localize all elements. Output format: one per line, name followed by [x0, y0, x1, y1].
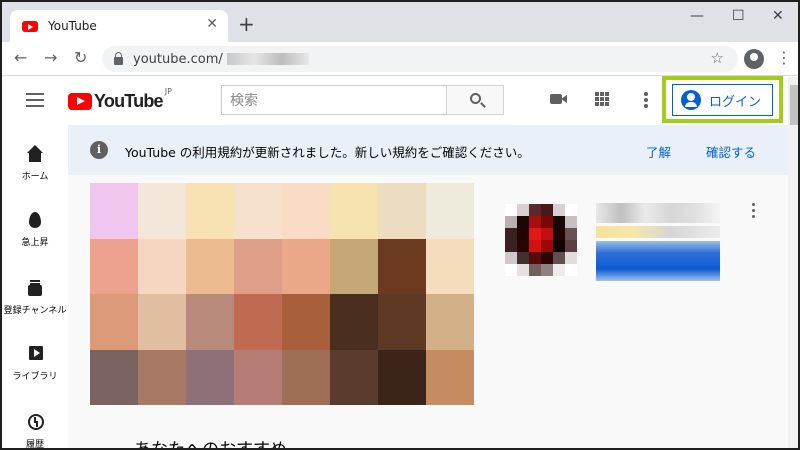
library-icon: [26, 345, 44, 363]
browser-window: YouTube ✕ + — ☐ ✕ ← → ↻ youtube.com/ ☆ ⋮…: [0, 0, 800, 450]
back-button[interactable]: ←: [14, 48, 27, 67]
maximize-button[interactable]: ☐: [732, 8, 745, 24]
sidebar-item-label: ホーム: [21, 172, 49, 182]
sidebar-item-label: 履歴: [25, 440, 44, 450]
settings-more-icon[interactable]: [644, 92, 648, 108]
hamburger-menu-icon[interactable]: [26, 93, 44, 107]
tab-title: YouTube: [48, 19, 97, 33]
tab-strip: YouTube ✕ + — ☐ ✕: [2, 2, 798, 42]
review-terms-link[interactable]: 確認する: [706, 142, 756, 161]
browser-menu-icon[interactable]: ⋮: [776, 48, 792, 67]
sidebar-item-home[interactable]: ホーム: [2, 145, 68, 182]
history-icon: [26, 413, 44, 431]
notice-message: YouTube の利用規約が更新されました。新しい規約をご確認ください。: [125, 145, 530, 160]
search-input[interactable]: 検索: [221, 85, 447, 115]
sidebar-item-library[interactable]: ライブラリ: [2, 345, 68, 382]
sidebar-item-trending[interactable]: 急上昇: [2, 211, 68, 248]
search-icon: [470, 93, 481, 104]
forward-button[interactable]: →: [44, 48, 57, 67]
video-more-icon[interactable]: [752, 203, 756, 219]
main-content: i YouTube の利用規約が更新されました。新しい規約をご確認ください。 了…: [68, 125, 788, 450]
close-window-button[interactable]: ✕: [772, 8, 784, 24]
sidebar-item-history[interactable]: 履歴: [2, 413, 68, 450]
youtube-favicon-icon: [22, 20, 38, 32]
sidebar-item-label: 急上昇: [21, 238, 49, 248]
redacted-url-path: [226, 53, 309, 65]
new-tab-button[interactable]: +: [238, 12, 255, 36]
terms-notice-banner: i YouTube の利用規約が更新されました。新しい規約をご確認ください。 了…: [68, 125, 788, 175]
profile-icon[interactable]: [744, 49, 764, 69]
section-title: あなたへのおすすめ: [134, 440, 287, 450]
browser-toolbar: ← → ↻ youtube.com/ ☆ ⋮: [2, 42, 798, 76]
close-tab-icon[interactable]: ✕: [206, 16, 218, 32]
logo-text: YouTube: [94, 91, 164, 111]
scrollbar-thumb[interactable]: [790, 85, 798, 125]
channel-avatar[interactable]: [505, 204, 577, 276]
sidebar: ホーム 急上昇 登録チャンネル ライブラリ 履歴: [2, 125, 68, 450]
reload-button[interactable]: ↻: [74, 48, 87, 67]
search-button[interactable]: [446, 85, 504, 115]
video-link-redacted[interactable]: [596, 241, 720, 281]
dismiss-link[interactable]: 了解: [646, 142, 671, 161]
login-label: ログイン: [709, 94, 762, 110]
apps-grid-icon[interactable]: [595, 92, 609, 106]
home-icon: [26, 145, 44, 163]
video-title-redacted[interactable]: [596, 203, 720, 223]
sidebar-item-label: 登録チャンネル: [3, 306, 67, 316]
sidebar-item-label: ライブラリ: [12, 372, 58, 382]
fire-icon: [26, 211, 44, 229]
address-url: youtube.com/: [133, 51, 223, 67]
subscriptions-icon: [26, 279, 44, 297]
video-meta-redacted: [596, 226, 720, 238]
lock-icon: [114, 52, 123, 65]
sidebar-item-subscriptions[interactable]: 登録チャンネル: [2, 279, 68, 316]
create-video-icon[interactable]: [550, 94, 567, 104]
account-circle-icon: [681, 90, 701, 110]
minimize-button[interactable]: —: [690, 8, 704, 24]
info-icon: i: [90, 141, 108, 159]
logo-region: JP: [164, 87, 172, 96]
video-thumbnail[interactable]: [90, 183, 474, 405]
address-bar[interactable]: youtube.com/ ☆: [102, 46, 738, 72]
youtube-play-icon: [68, 93, 92, 110]
youtube-logo[interactable]: YouTube JP: [68, 87, 172, 112]
login-button[interactable]: ログイン: [672, 84, 773, 116]
bookmark-star-icon[interactable]: ☆: [711, 49, 724, 67]
browser-tab[interactable]: YouTube ✕: [10, 10, 228, 42]
page-scrollbar[interactable]: [788, 77, 798, 448]
